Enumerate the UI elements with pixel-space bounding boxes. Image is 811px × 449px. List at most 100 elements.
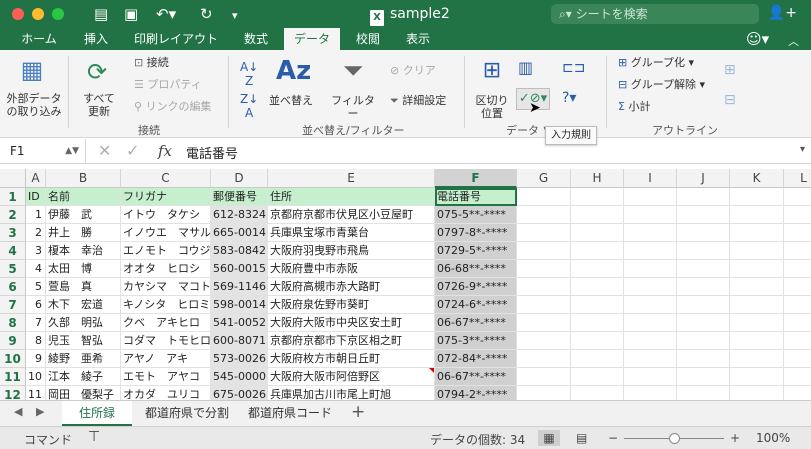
row-header[interactable]: 5 — [0, 260, 26, 278]
cell-C1[interactable]: フリガナ — [121, 188, 211, 206]
cell-D3[interactable]: 665-0014 — [211, 224, 268, 242]
cell-A1[interactable]: ID — [26, 188, 46, 206]
add-sheet-button[interactable]: + — [351, 402, 365, 422]
column-header-E[interactable]: E — [268, 169, 435, 188]
tab-review[interactable]: 校閲 — [348, 28, 388, 50]
cell-H9[interactable] — [571, 332, 624, 350]
cell-B9[interactable]: 児玉 智弘 — [46, 332, 121, 350]
filter-button[interactable]: フィルター — [326, 94, 380, 120]
cell-J2[interactable] — [677, 206, 730, 224]
collapse-ribbon-icon[interactable]: ︿ — [788, 33, 799, 49]
cell-J12[interactable] — [677, 386, 730, 400]
row-header[interactable]: 11 — [0, 368, 26, 386]
cell-G7[interactable] — [517, 296, 571, 314]
cell-A4[interactable]: 3 — [26, 242, 46, 260]
cell-K6[interactable] — [730, 278, 784, 296]
cell-L2[interactable] — [784, 206, 811, 224]
column-header-D[interactable]: D — [211, 169, 268, 188]
cell-C6[interactable]: カヤシマ マコト — [121, 278, 211, 296]
cell-E2[interactable]: 京都府京都市伏見区小豆屋町 — [268, 206, 435, 224]
get-external-data-button[interactable]: 外部データ の取り込み — [4, 92, 64, 118]
row-header[interactable]: 10 — [0, 350, 26, 368]
worksheet-grid[interactable]: A B C D E F G H I J K L 1 ID 名前 フリガナ 郵便番号 住所 電話番号 2 1 伊藤 武イトウ… — [0, 169, 811, 400]
cell-K5[interactable] — [730, 260, 784, 278]
sheet-tab-split-by-prefecture[interactable]: 都道府県で分割 — [138, 401, 236, 426]
cell-B3[interactable]: 井上 勝 — [46, 224, 121, 242]
cell-D4[interactable]: 583-0842 — [211, 242, 268, 260]
tab-data[interactable]: データ — [284, 28, 340, 50]
minimize-window-button[interactable] — [32, 8, 44, 20]
cell-A7[interactable]: 6 — [26, 296, 46, 314]
cell-J5[interactable] — [677, 260, 730, 278]
cell-H6[interactable] — [571, 278, 624, 296]
cell-G10[interactable] — [517, 350, 571, 368]
cell-F7[interactable]: 0724-6*-**** — [435, 296, 517, 314]
flash-fill-icon[interactable]: ▥ — [518, 58, 533, 77]
cell-H3[interactable] — [571, 224, 624, 242]
previous-sheet-icon[interactable]: ◀ — [14, 405, 22, 418]
cell-C5[interactable]: オオタ ヒロシ — [121, 260, 211, 278]
cell-C2[interactable]: イトウ タケシ — [121, 206, 211, 224]
cell-E5[interactable]: 大阪府豊中市赤阪 — [268, 260, 435, 278]
cell-K8[interactable] — [730, 314, 784, 332]
cell-C4[interactable]: エノモト コウジ — [121, 242, 211, 260]
subtotal-button[interactable]: Σ 小計 — [618, 100, 650, 113]
name-box-dropdown-icon[interactable]: ▲▼ — [65, 139, 79, 163]
cell-L11[interactable] — [784, 368, 811, 386]
cell-B6[interactable]: 萱島 真 — [46, 278, 121, 296]
cell-D5[interactable]: 560-0015 — [211, 260, 268, 278]
cell-K4[interactable] — [730, 242, 784, 260]
cell-J6[interactable] — [677, 278, 730, 296]
cell-I7[interactable] — [624, 296, 677, 314]
cell-B4[interactable]: 榎本 幸治 — [46, 242, 121, 260]
comment-indicator[interactable] — [429, 368, 434, 373]
row-header[interactable]: 12 — [0, 386, 26, 400]
cell-D12[interactable]: 675-0026 — [211, 386, 268, 400]
name-box[interactable]: F1 ▲▼ — [0, 139, 86, 163]
cell-F4[interactable]: 0729-5*-**** — [435, 242, 517, 260]
cell-L8[interactable] — [784, 314, 811, 332]
expand-formula-bar-icon[interactable]: ▾ — [800, 144, 805, 155]
normal-view-icon[interactable]: ▦ — [538, 430, 560, 446]
column-header-C[interactable]: C — [121, 169, 211, 188]
select-all-corner[interactable] — [0, 169, 26, 188]
row-header[interactable]: 3 — [0, 224, 26, 242]
cell-D1[interactable]: 郵便番号 — [211, 188, 268, 206]
clear-filter-button[interactable]: ⊘ クリア — [390, 64, 436, 77]
customize-toolbar-icon[interactable]: ▾ — [232, 6, 238, 26]
cell-J4[interactable] — [677, 242, 730, 260]
cell-L5[interactable] — [784, 260, 811, 278]
cell-B12[interactable]: 岡田 優梨子 — [46, 386, 121, 400]
cell-B1[interactable]: 名前 — [46, 188, 121, 206]
cell-L6[interactable] — [784, 278, 811, 296]
cell-C11[interactable]: エモト アヤコ — [121, 368, 211, 386]
sort-za-icon[interactable]: Z↓ A — [240, 92, 258, 120]
row-header[interactable]: 2 — [0, 206, 26, 224]
cell-G9[interactable] — [517, 332, 571, 350]
undo-icon[interactable]: ↶▾ — [156, 4, 176, 24]
sort-button[interactable]: 並べ替え — [268, 94, 314, 107]
cell-F8[interactable]: 06-67**-**** — [435, 314, 517, 332]
cell-F9[interactable]: 075-3**-**** — [435, 332, 517, 350]
cell-A10[interactable]: 9 — [26, 350, 46, 368]
sidebar-toggle-icon[interactable]: ▤ — [94, 4, 108, 24]
column-header-F[interactable]: F — [435, 169, 517, 188]
cell-B10[interactable]: 綾野 亜希 — [46, 350, 121, 368]
cell-G11[interactable] — [517, 368, 571, 386]
cell-L3[interactable] — [784, 224, 811, 242]
share-user-icon[interactable]: 👤+ — [768, 5, 797, 21]
cell-H8[interactable] — [571, 314, 624, 332]
cell-K2[interactable] — [730, 206, 784, 224]
cell-I5[interactable] — [624, 260, 677, 278]
cell-D2[interactable]: 612-8324 — [211, 206, 268, 224]
cell-G4[interactable] — [517, 242, 571, 260]
cell-K9[interactable] — [730, 332, 784, 350]
cell-J7[interactable] — [677, 296, 730, 314]
cell-A2[interactable]: 1 — [26, 206, 46, 224]
cell-G12[interactable] — [517, 386, 571, 400]
sheet-tab-jushoroku[interactable]: 住所録 — [62, 401, 132, 426]
row-header[interactable]: 7 — [0, 296, 26, 314]
column-header-J[interactable]: J — [677, 169, 730, 188]
next-sheet-icon[interactable]: ▶ — [36, 405, 44, 418]
cell-E4[interactable]: 大阪府羽曳野市飛鳥 — [268, 242, 435, 260]
